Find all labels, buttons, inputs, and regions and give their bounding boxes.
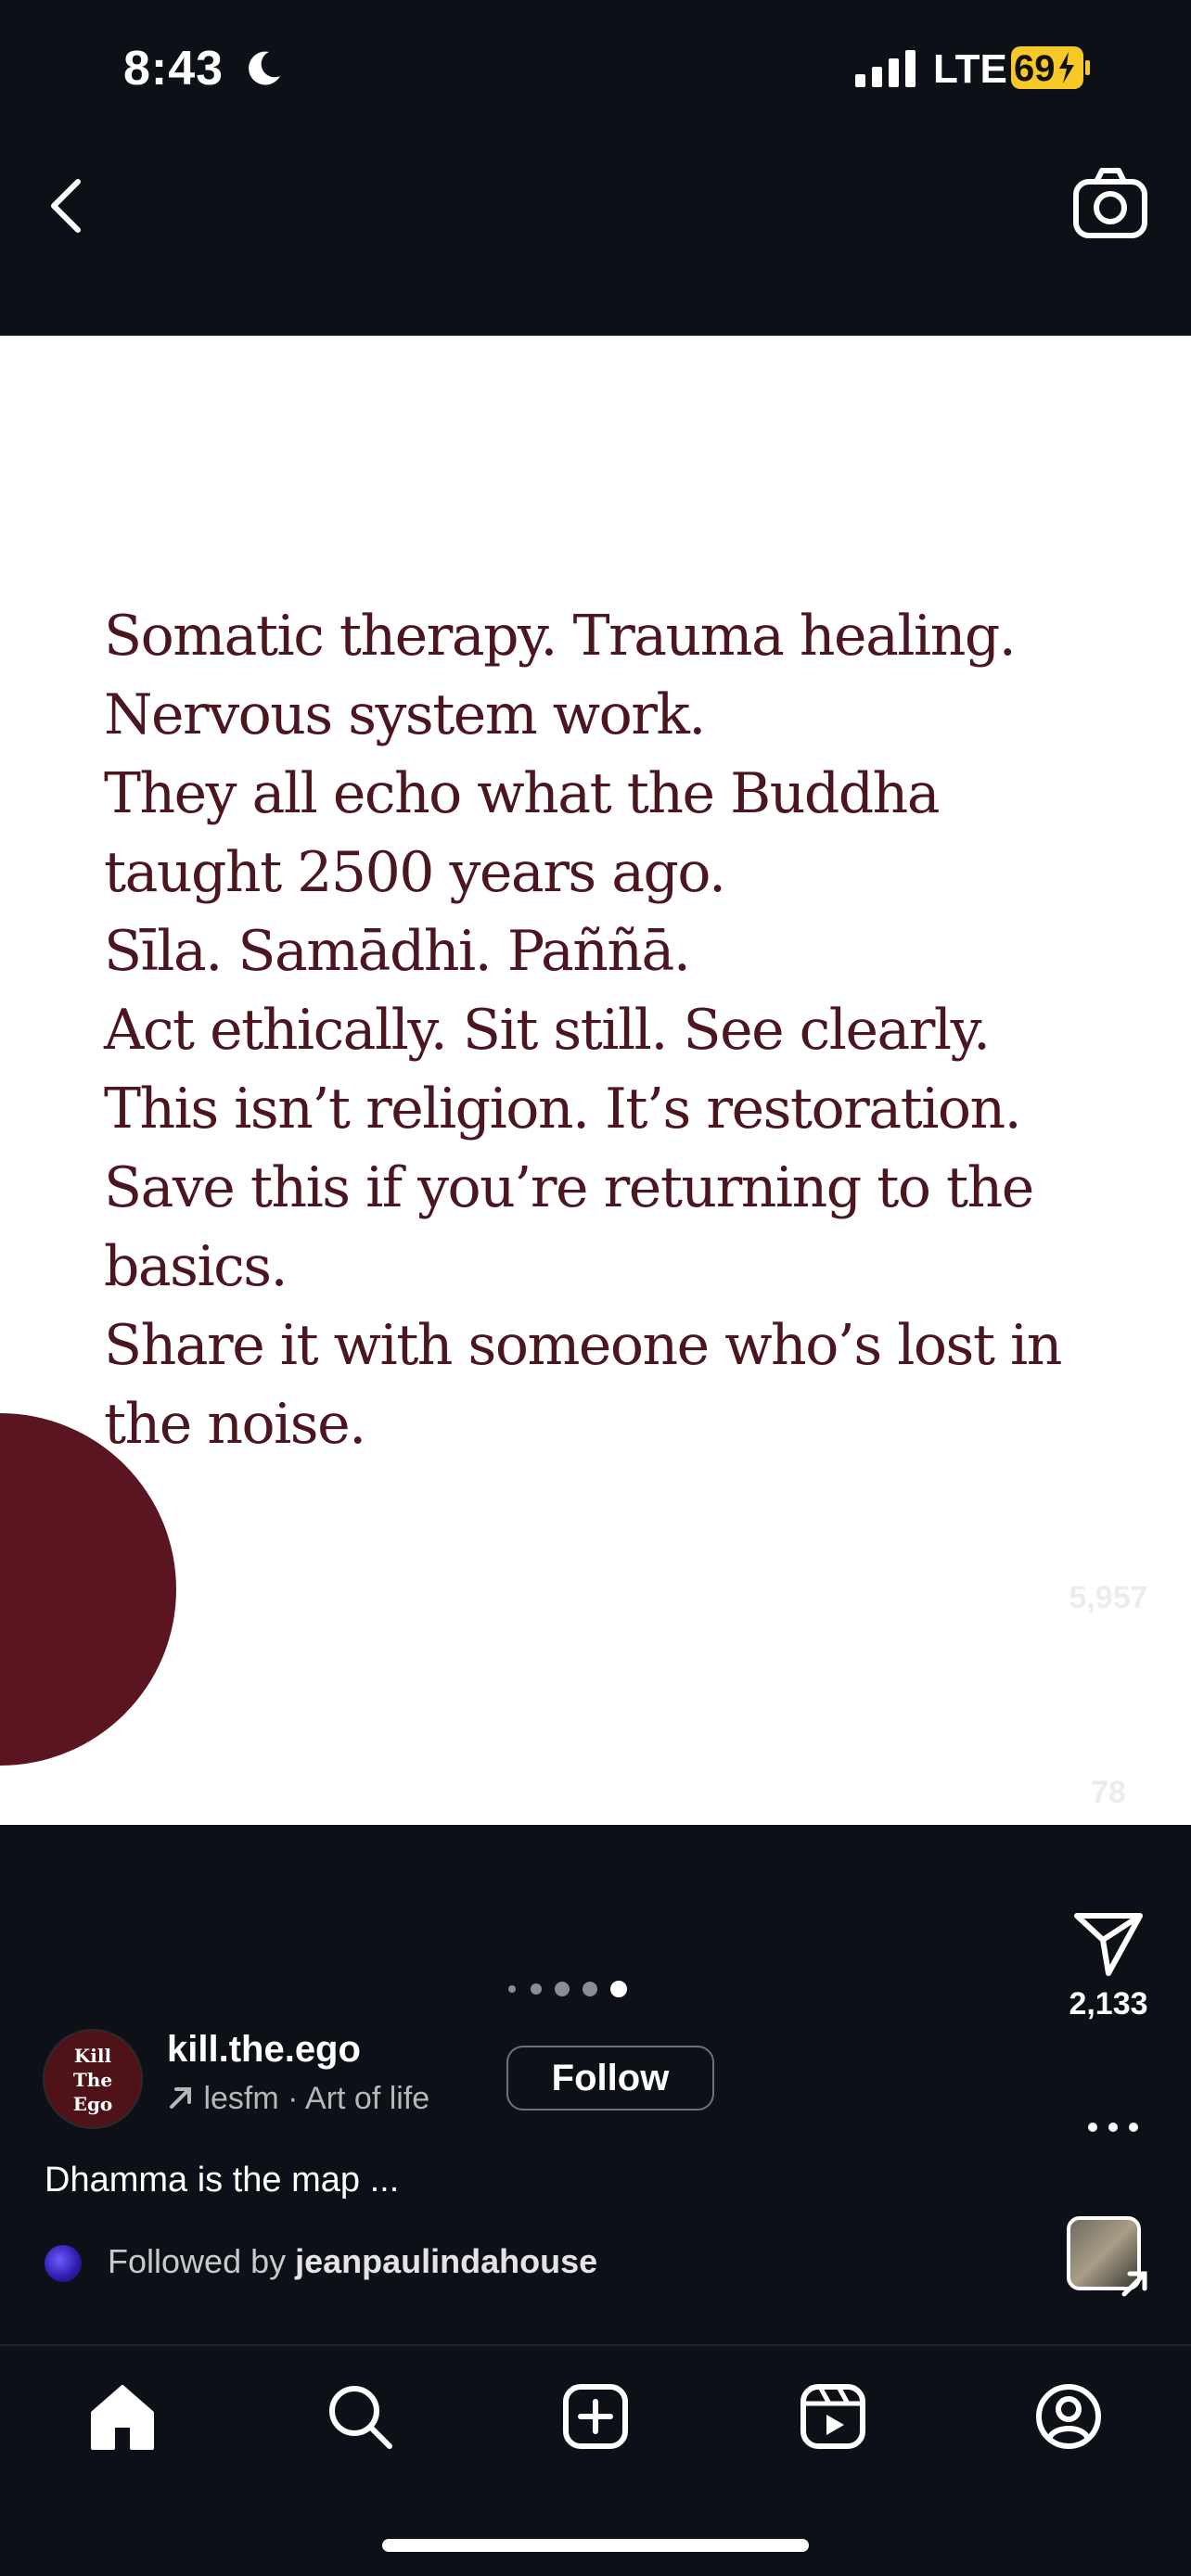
profile-icon[interactable] <box>1031 2379 1106 2454</box>
followed-by-prefix: Followed by <box>108 2242 287 2280</box>
chevron-left-icon[interactable] <box>41 169 96 243</box>
post-line: Nervous system work. <box>104 682 706 747</box>
post-line: Save this if you’re returning to the <box>104 1155 1034 1220</box>
comment-action[interactable]: 78 <box>1039 1697 1178 1811</box>
status-time: 8:43 <box>123 42 224 96</box>
post-line: Share it with someone who’s lost in <box>104 1313 1062 1378</box>
decorative-circle <box>0 1413 176 1766</box>
post-line: taught 2500 years ago. <box>104 840 726 905</box>
post-line: This isn’t religion. It’s restoration. <box>104 1077 1022 1141</box>
carousel-dot <box>531 1983 542 1995</box>
post-line: They all echo what the Buddha <box>104 761 941 826</box>
like-count: 5,957 <box>1069 1580 1148 1615</box>
share-action[interactable]: 2,133 <box>1039 1908 1178 2022</box>
share-count: 2,133 <box>1069 1986 1148 2021</box>
network-type: LTE <box>933 46 1007 92</box>
status-bar: 8:43 LTE 69 <box>0 0 1191 139</box>
carousel-dot <box>583 1982 597 1996</box>
followed-by[interactable]: Followed by jeanpaulindahouse <box>45 2242 598 2283</box>
home-icon[interactable] <box>85 2379 160 2454</box>
carousel-indicator <box>508 1977 638 2001</box>
music-info[interactable]: lesfm · Art of life <box>167 2081 429 2117</box>
carousel-dot <box>555 1982 570 1996</box>
music-label: lesfm · Art of life <box>203 2081 430 2116</box>
moon-icon <box>249 51 280 85</box>
comment-icon[interactable] <box>1069 1697 1147 1775</box>
carousel-dot-active <box>610 1981 627 1997</box>
carousel-dot <box>508 1985 516 1993</box>
post-line: basics. <box>104 1234 288 1299</box>
heart-icon[interactable] <box>1069 1500 1147 1571</box>
create-icon[interactable] <box>558 2379 633 2454</box>
like-action[interactable]: 5,957 <box>1039 1500 1178 1616</box>
post-header <box>0 139 1191 336</box>
follower-name: jeanpaulindahouse <box>295 2242 598 2280</box>
account-row: Kill The Ego kill.the.ego lesfm · Art of… <box>43 2029 877 2140</box>
post-line: the noise. <box>104 1392 366 1457</box>
avatar-text: Ego <box>72 2093 113 2115</box>
battery-level: 69 <box>1014 48 1056 89</box>
camera-icon[interactable] <box>1070 163 1150 243</box>
avatar-text: Kill <box>73 2045 112 2067</box>
post-image[interactable]: Somatic therapy. Trauma healing. Nervous… <box>0 336 1191 1825</box>
avatar-text: The <box>72 2069 113 2091</box>
arrow-up-right-icon <box>1121 2271 1147 2297</box>
avatar[interactable]: Kill The Ego <box>43 2029 143 2129</box>
comment-count: 78 <box>1091 1775 1126 1810</box>
follow-button[interactable]: Follow <box>506 2046 714 2111</box>
post-line: Act ethically. Sit still. See clearly. <box>104 998 991 1063</box>
search-icon[interactable] <box>323 2379 397 2454</box>
signal-icon <box>855 50 916 87</box>
follower-avatar <box>45 2245 82 2283</box>
send-icon[interactable] <box>1071 1908 1146 1977</box>
post-line: Sīla. Samādhi. Paññā. <box>104 919 691 984</box>
reels-icon[interactable] <box>796 2379 870 2454</box>
arrow-up-right-icon <box>170 2087 191 2109</box>
post-line: Somatic therapy. Trauma healing. <box>104 604 1017 669</box>
more-icon[interactable] <box>1085 2116 1141 2138</box>
post-text: Somatic therapy. Trauma healing. Nervous… <box>104 597 1152 1464</box>
username[interactable]: kill.the.ego <box>167 2029 361 2071</box>
caption[interactable]: Dhamma is the map ... <box>45 2161 399 2200</box>
home-indicator[interactable] <box>382 2539 809 2552</box>
